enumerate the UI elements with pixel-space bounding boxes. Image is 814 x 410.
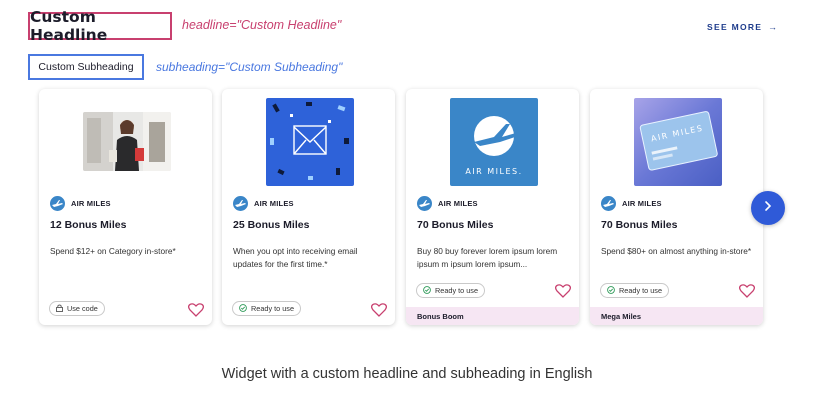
offer-footer: Mega Miles (590, 307, 763, 325)
headline-annotation: headline="Custom Headline" (182, 18, 342, 32)
favorite-heart-icon[interactable] (370, 303, 388, 317)
headline: Custom Headline (28, 8, 172, 44)
status-badge-label: Ready to use (435, 286, 478, 295)
offer-image: AIR MILES (634, 98, 722, 186)
chevron-right-icon (763, 199, 773, 217)
offer-card[interactable]: AIR MILES 25 Bonus Miles When you opt in… (222, 89, 395, 325)
see-more-label: SEE MORE (707, 22, 763, 32)
offer-footer-label: Mega Miles (601, 311, 642, 321)
offer-title: 12 Bonus Miles (50, 219, 127, 231)
headline-text: Custom Headline (30, 8, 108, 44)
brand-row: AIR MILES (417, 196, 478, 211)
offer-footer: Bonus Boom (406, 307, 579, 325)
air-miles-logo-icon (417, 196, 432, 211)
caption: Widget with a custom headline and subhea… (221, 366, 593, 382)
subheading-text: Custom Subheading (38, 61, 134, 73)
status-badge: Use code (49, 301, 105, 316)
offer-title: 70 Bonus Miles (601, 219, 678, 231)
air-miles-logo-icon (601, 196, 616, 211)
see-more-link[interactable]: SEE MORE → (707, 22, 778, 32)
offer-footer-label: Bonus Boom (417, 311, 464, 321)
image-text: AIR MILES. (465, 167, 522, 176)
brand-name: AIR MILES (254, 199, 294, 208)
offer-card[interactable]: AIR MILES AIR MILES 70 Bonus Miles Spend… (590, 89, 763, 325)
lock-icon (56, 304, 63, 314)
check-circle-icon (423, 285, 431, 296)
subheading-annotation: subheading="Custom Subheading" (156, 60, 343, 74)
status-badge-label: Ready to use (619, 286, 662, 295)
check-circle-icon (607, 285, 615, 296)
favorite-heart-icon[interactable] (554, 284, 572, 298)
brand-row: AIR MILES (601, 196, 662, 211)
offer-image: AIR MILES. (450, 98, 538, 186)
offer-description: Spend $80+ on almost anything in-store* (601, 246, 752, 256)
carousel-next-button[interactable] (751, 191, 785, 225)
favorite-heart-icon[interactable] (738, 284, 756, 298)
brand-name: AIR MILES (71, 199, 111, 208)
arrow-right-icon: → (767, 22, 779, 32)
brand-row: AIR MILES (233, 196, 294, 211)
offer-title: 25 Bonus Miles (233, 219, 310, 231)
air-miles-logo-icon (50, 196, 65, 211)
offer-image (83, 112, 171, 171)
offer-title: 70 Bonus Miles (417, 219, 494, 231)
favorite-heart-icon[interactable] (187, 303, 205, 317)
brand-row: AIR MILES (50, 196, 111, 211)
offer-image (266, 98, 354, 186)
brand-name: AIR MILES (438, 199, 478, 208)
offer-description: Buy 80 buy forever lorem ipsum lorem ips… (417, 246, 558, 269)
offer-card[interactable]: AIR MILES. AIR MILES 70 Bonus Miles Buy … (406, 89, 579, 325)
status-badge: Ready to use (416, 283, 485, 298)
status-badge: Ready to use (232, 301, 301, 316)
air-miles-logo-icon (233, 196, 248, 211)
offer-description: Spend $12+ on Category in-store* (50, 246, 176, 256)
check-circle-icon (239, 303, 247, 314)
subheading: Custom Subheading (28, 54, 144, 80)
status-badge-label: Use code (67, 304, 98, 313)
offer-description: When you opt into receiving email update… (233, 246, 358, 269)
offer-card[interactable]: AIR MILES 12 Bonus Miles Spend $12+ on C… (39, 89, 212, 325)
brand-name: AIR MILES (622, 199, 662, 208)
status-badge-label: Ready to use (251, 304, 294, 313)
status-badge: Ready to use (600, 283, 669, 298)
